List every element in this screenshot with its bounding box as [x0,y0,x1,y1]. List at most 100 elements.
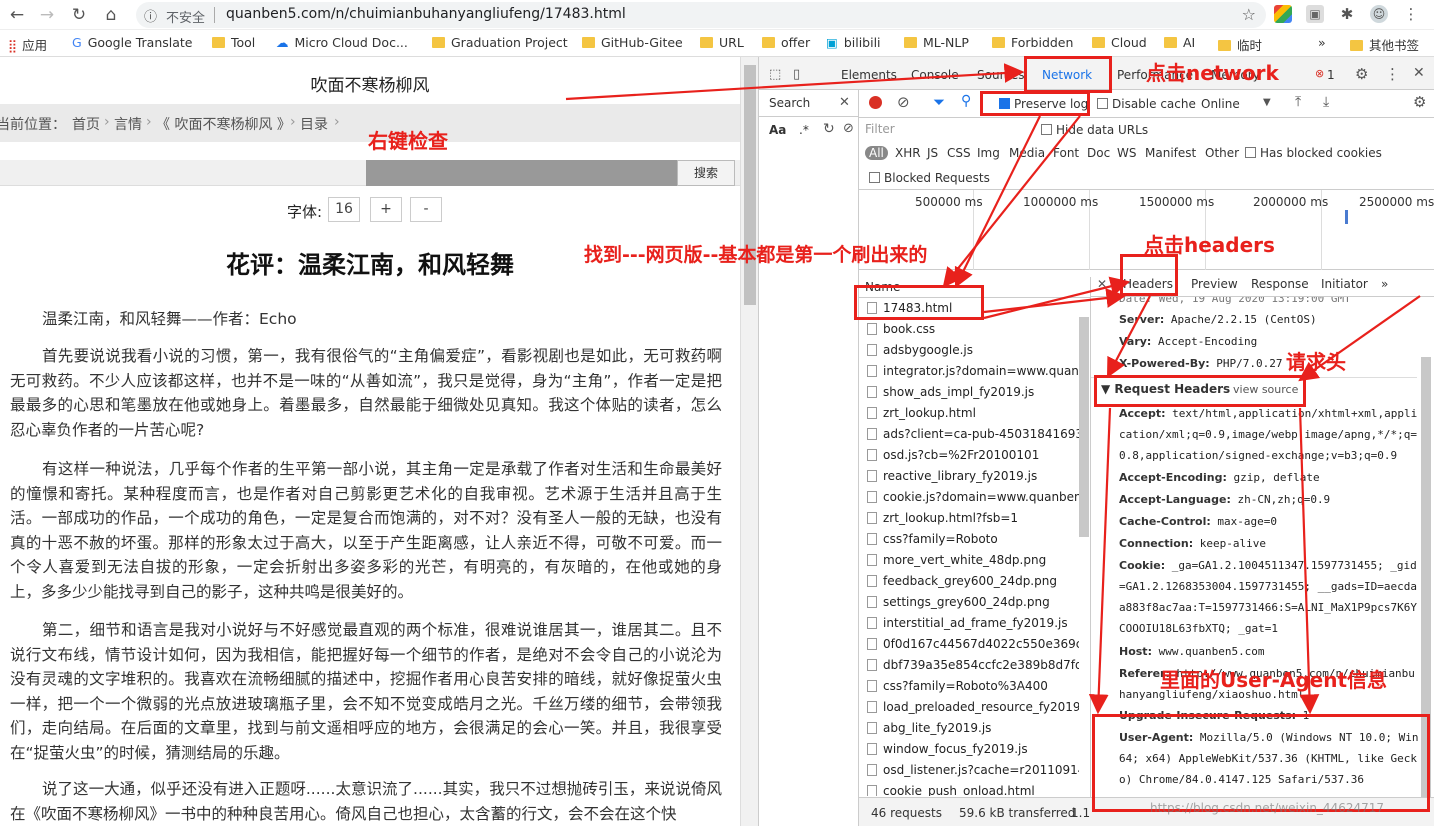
request-row[interactable]: window_focus_fy2019.js [867,742,1079,756]
clear-icon[interactable]: ⊘ [897,93,910,111]
back-icon[interactable]: ← [6,4,28,26]
request-row[interactable]: settings_grey600_24dp.png [867,595,1079,609]
chevron-down-icon[interactable]: ▼ [1263,97,1271,108]
bookmark-google-translate[interactable]: G Google Translate [72,35,193,50]
bookmark-url[interactable]: URL [700,35,744,50]
search-input[interactable] [366,160,677,186]
bookmark-ml-nlp[interactable]: ML-NLP [904,35,969,50]
request-row[interactable]: zrt_lookup.html?fsb=1 [867,511,1079,525]
request-row[interactable]: osd.js?cb=%2Fr20100101 [867,448,1079,462]
url-text[interactable]: quanben5.com/n/chuimianbuhanyangliufeng/… [226,6,626,22]
hide-data-urls-checkbox[interactable]: Hide data URLs [1041,123,1148,137]
close-icon[interactable]: ✕ [1413,65,1425,81]
filter-xhr[interactable]: XHR [895,146,921,160]
filter-other[interactable]: Other [1205,146,1239,160]
filter-manifest[interactable]: Manifest [1145,146,1196,160]
request-row[interactable]: cookie.js?domain=www.quanben5.c... [867,490,1079,504]
request-row[interactable]: dbf739a35e854ccfc2e389b8d7fd429... [867,658,1079,672]
breadcrumb-category[interactable]: 言情 [114,114,142,134]
has-blocked-cookies-checkbox[interactable]: Has blocked cookies [1245,146,1382,160]
request-row[interactable]: cookie_push_onload.html [867,784,1079,796]
filter-media[interactable]: Media [1009,146,1045,160]
page-scrollbar[interactable] [740,57,758,826]
request-row[interactable]: integrator.js?domain=www.quanben5.com [867,364,1079,378]
request-row[interactable]: show_ads_impl_fy2019.js [867,385,1079,399]
filter-css[interactable]: CSS [947,146,971,160]
filter-img[interactable]: Img [977,146,1000,160]
home-icon[interactable]: ⌂ [100,4,122,26]
bookmark-graduation[interactable]: Graduation Project [432,35,568,50]
request-row[interactable]: ads?client=ca-pub-4503184169383... [867,427,1079,441]
filter-input[interactable]: Filter [865,122,1025,139]
tab-elements[interactable]: Elements [841,68,897,82]
info-icon[interactable]: ⓘ [144,6,157,25]
close-icon[interactable]: ✕ [1097,277,1107,291]
request-row[interactable]: osd_listener.js?cache=r20110914 [867,763,1079,777]
extension-icon[interactable]: ▣ [1306,5,1324,23]
bookmark-apps[interactable]: ⣿ 应用 [8,35,47,54]
request-row[interactable]: css?family=Roboto%3A400 [867,679,1079,693]
tab-response[interactable]: Response [1251,277,1309,291]
tab-initiator[interactable]: Initiator [1321,277,1368,291]
breadcrumb-home[interactable]: 首页 [72,114,100,134]
request-row[interactable]: book.css [867,322,1079,336]
inspect-icon[interactable]: ⬚ [769,67,781,82]
request-row[interactable]: abg_lite_fy2019.js [867,721,1079,735]
device-toolbar-icon[interactable]: ▯ [793,67,800,82]
gear-icon[interactable]: ⚙ [1413,93,1426,111]
filter-icon[interactable]: ⏷ [933,93,945,111]
menu-icon[interactable]: ⋮ [1402,5,1420,23]
search-button[interactable]: 搜索 [677,160,735,186]
request-row[interactable]: zrt_lookup.html [867,406,1079,420]
filter-js[interactable]: JS [927,146,938,160]
error-icon[interactable]: ⊗ [1315,67,1324,80]
regex-icon[interactable]: .* [799,123,809,137]
export-har-icon[interactable]: ⤓ [1323,94,1329,110]
bookmark-offer[interactable]: offer [762,35,810,50]
request-row[interactable]: 0f0d167c44567d4022c550e369c502... [867,637,1079,651]
disable-cache-checkbox[interactable]: Disable cache [1097,97,1196,111]
bookmark-cloud[interactable]: Cloud [1092,35,1147,50]
breadcrumb-toc[interactable]: 目录 [300,114,328,134]
record-icon[interactable] [869,96,882,109]
request-row[interactable]: interstitial_ad_frame_fy2019.js [867,616,1079,630]
match-case-icon[interactable]: Aa [769,123,786,137]
clear-icon[interactable]: ⊘ [843,121,854,136]
bookmark-micro-cloud[interactable]: ☁ Micro Cloud Doc... [276,35,408,50]
bookmark-tool[interactable]: Tool [212,35,255,50]
request-row[interactable]: adsbygoogle.js [867,343,1079,357]
reload-icon[interactable]: ↻ [68,4,90,26]
bookmark-bilibili[interactable]: ▣ bilibili [826,35,881,50]
bookmark-forbidden[interactable]: Forbidden [992,35,1073,50]
font-size-value[interactable]: 16 [328,197,360,222]
bookmark-github[interactable]: GitHub-Gitee [582,35,683,50]
breadcrumb-book[interactable]: 《 吹面不寒杨柳风 》 [156,114,291,134]
scrollbar-thumb[interactable] [1079,317,1089,537]
request-row[interactable]: more_vert_white_48dp.png [867,553,1079,567]
import-har-icon[interactable]: ⤒ [1295,94,1301,110]
search-icon[interactable]: ⚲ [961,93,971,109]
tab-console[interactable]: Console [911,68,959,82]
tab-preview[interactable]: Preview [1191,277,1238,291]
font-increase-button[interactable]: + [370,197,402,222]
puzzle-icon[interactable]: ✱ [1338,5,1356,23]
tab-sources[interactable]: Sources [977,68,1024,82]
bookmark-other[interactable]: 其他书签 [1350,35,1419,54]
filter-font[interactable]: Font [1053,146,1079,160]
bookmark-temp[interactable]: 临时 [1218,35,1262,54]
bookmark-ai[interactable]: AI [1164,35,1195,50]
address-bar[interactable]: ⓘ 不安全 quanben5.com/n/chuimianbuhanyangli… [136,2,1266,28]
tabs-overflow-button[interactable]: » [1381,277,1388,291]
bookmark-star-icon[interactable]: ☆ [1242,5,1256,24]
request-row[interactable]: load_preloaded_resource_fy2019.js [867,700,1079,714]
blocked-requests-checkbox[interactable]: Blocked Requests [869,171,990,185]
request-row[interactable]: reactive_library_fy2019.js [867,469,1079,483]
throttle-select[interactable]: Online [1201,97,1240,111]
avatar[interactable]: ☺ [1370,5,1388,23]
scrollbar-thumb[interactable] [744,65,756,305]
extension-icon[interactable] [1274,5,1292,23]
refresh-icon[interactable]: ↻ [823,121,835,137]
close-icon[interactable]: ✕ [839,95,850,110]
forward-icon[interactable]: → [36,4,58,26]
font-decrease-button[interactable]: - [410,197,442,222]
